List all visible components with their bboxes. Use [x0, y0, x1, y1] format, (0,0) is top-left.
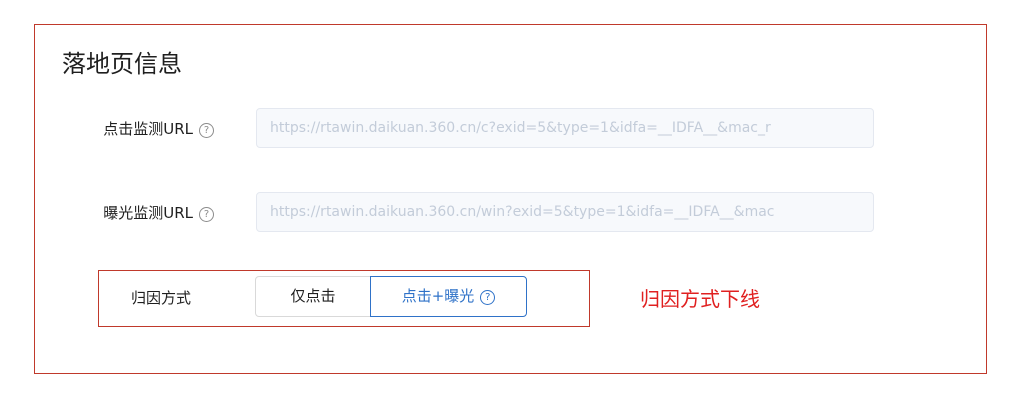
- attribution-option-label: 点击+曝光: [401, 287, 475, 305]
- attribution-option-click-and-impression[interactable]: 点击+曝光?: [370, 276, 527, 317]
- impression-url-input[interactable]: https://rtawin.daikuan.360.cn/win?exid=5…: [256, 192, 874, 232]
- impression-url-label-group: 曝光监测URL?: [100, 202, 214, 224]
- question-circle-icon[interactable]: ?: [199, 123, 214, 138]
- question-circle-icon[interactable]: ?: [199, 207, 214, 222]
- click-url-label-group: 点击监测URL?: [100, 118, 214, 140]
- click-url-label: 点击监测URL: [103, 120, 193, 138]
- question-circle-icon[interactable]: ?: [480, 290, 496, 305]
- annotation-text: 归因方式下线: [640, 287, 760, 311]
- impression-url-label: 曝光监测URL: [103, 204, 193, 222]
- click-url-input[interactable]: https://rtawin.daikuan.360.cn/c?exid=5&t…: [256, 108, 874, 148]
- attribution-option-label: 仅点击: [290, 287, 336, 305]
- attribution-label: 归因方式: [130, 289, 191, 307]
- attribution-option-click-only[interactable]: 仅点击: [255, 276, 371, 317]
- section-title: 落地页信息: [62, 50, 182, 78]
